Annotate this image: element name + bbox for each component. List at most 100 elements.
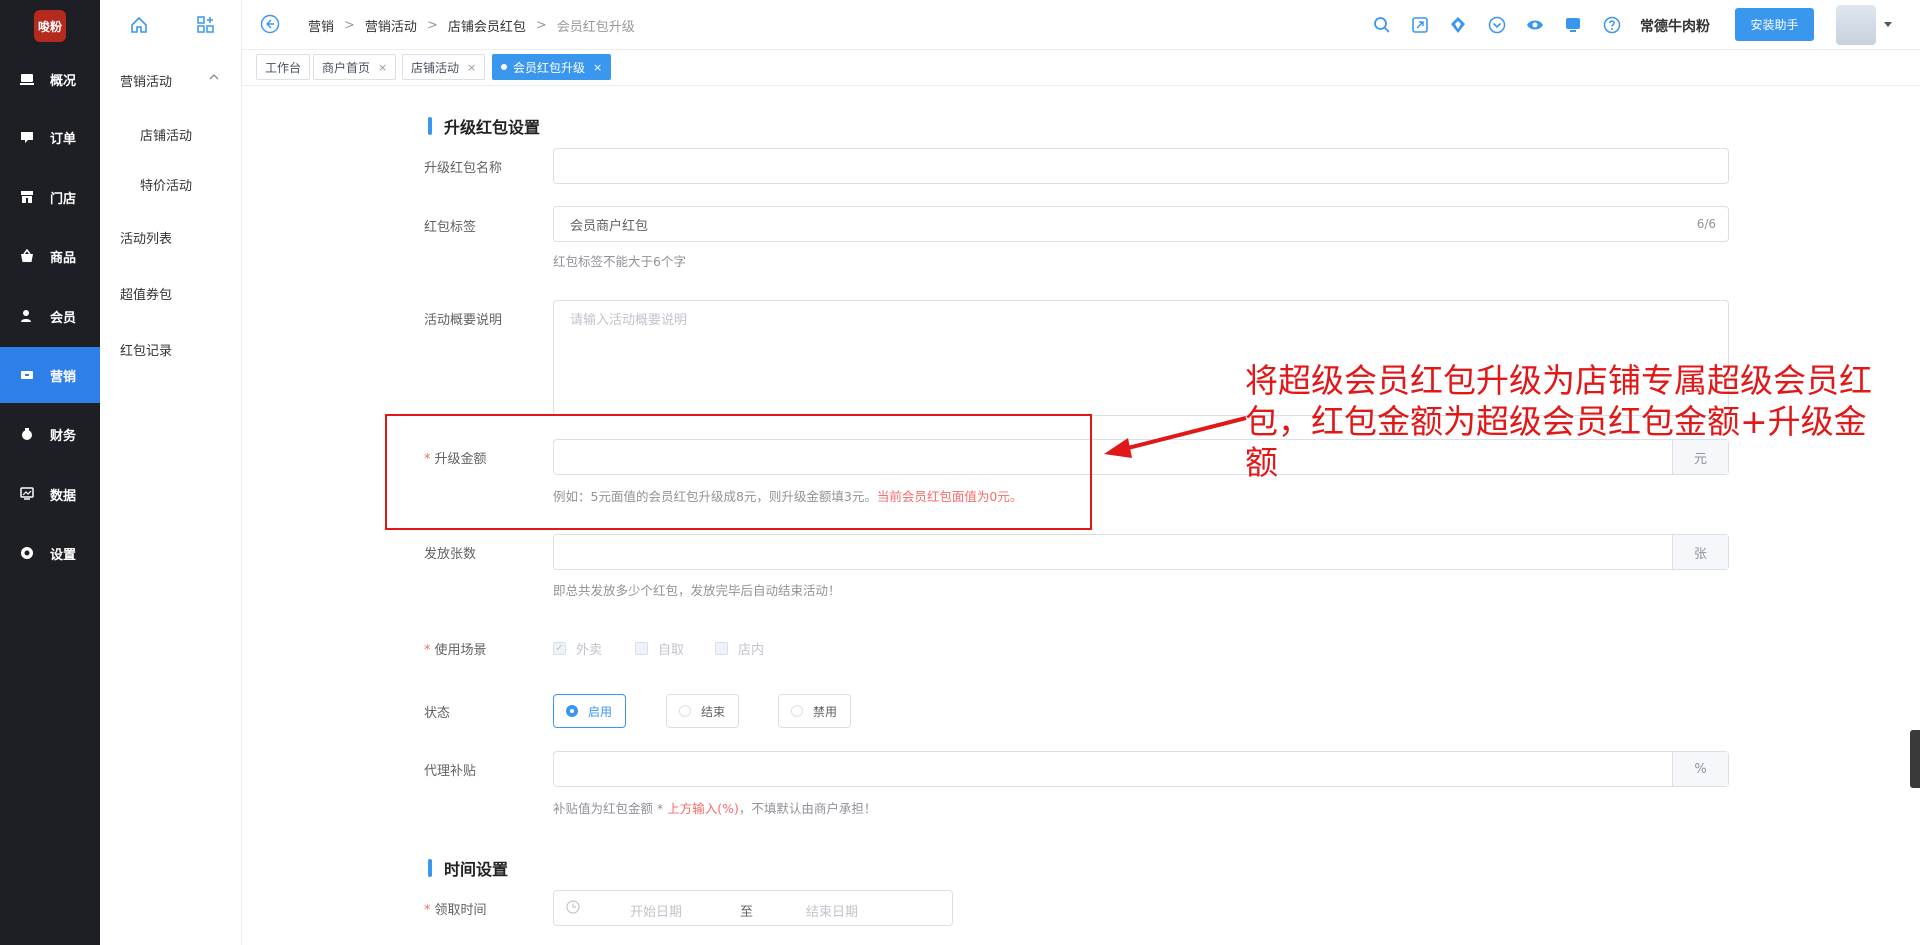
qty-hint: 即总共发放多少个红包，发放完毕后自动结束活动！	[553, 583, 841, 598]
nav-item-store[interactable]: 门店	[0, 169, 100, 225]
apps-icon[interactable]	[196, 15, 216, 39]
qty-label: 发放张数	[424, 547, 477, 562]
subnav-item-activity-list[interactable]: 活动列表	[120, 228, 172, 247]
order-icon	[20, 131, 34, 143]
help-icon[interactable]	[1602, 15, 1622, 35]
breadcrumb-current: 会员红包升级	[556, 20, 635, 35]
goods-icon	[20, 249, 34, 262]
scene-checkbox-delivery[interactable]: ✓ 外卖	[553, 639, 602, 658]
search-icon[interactable]	[1372, 15, 1392, 35]
close-icon[interactable]: ×	[593, 61, 602, 74]
tab-workbench[interactable]: 工作台	[256, 54, 311, 80]
chevron-up-icon[interactable]	[208, 71, 220, 86]
scene-label-text: 使用场景	[434, 643, 487, 658]
start-date-input[interactable]: 开始日期	[630, 901, 682, 920]
tab-label: 商户首页	[322, 60, 371, 75]
subnav-item-special-price[interactable]: 特价活动	[140, 175, 192, 194]
subnav-item-redpacket-record[interactable]: 红包记录	[120, 340, 172, 359]
marketing-icon	[20, 369, 34, 381]
status-radio-end[interactable]: 结束	[666, 694, 739, 728]
back-icon[interactable]	[260, 14, 280, 38]
fullscreen-icon[interactable]	[1410, 15, 1430, 35]
tab-member-redpacket-upgrade[interactable]: 会员红包升级 ×	[492, 54, 612, 80]
home-icon[interactable]	[129, 15, 149, 39]
qty-input[interactable]: 张	[553, 534, 1729, 570]
checkbox-label: 外卖	[576, 643, 603, 658]
breadcrumb-item[interactable]: 营销	[308, 16, 334, 35]
nav-item-marketing[interactable]: 营销	[0, 347, 100, 403]
subnav-group-marketing[interactable]: 营销活动	[120, 71, 172, 90]
date-range-picker[interactable]: 开始日期 至 结束日期	[553, 890, 953, 926]
shop-name[interactable]: 常德牛肉粉	[1640, 16, 1710, 36]
nav-item-order[interactable]: 订单	[0, 109, 100, 165]
nav-label: 财务	[50, 428, 77, 444]
section-title-upgrade: 升级红包设置	[428, 114, 540, 138]
eye-icon[interactable]	[1525, 15, 1545, 35]
section-bar	[428, 859, 432, 877]
time-label: * 领取时间	[424, 903, 487, 918]
section-title-time: 时间设置	[428, 856, 508, 880]
scene-label: * 使用场景	[424, 643, 487, 658]
section-bar	[428, 117, 432, 135]
member-icon	[20, 310, 34, 322]
subsidy-hint-b: ，不填默认由商户承担！	[738, 801, 877, 816]
range-separator: 至	[740, 905, 754, 920]
nav-label: 门店	[50, 191, 77, 207]
checkmark-icon: ✓	[553, 642, 566, 655]
end-date-input[interactable]: 结束日期	[806, 901, 858, 920]
data-icon	[20, 487, 34, 500]
subsidy-input[interactable]: %	[553, 751, 1729, 787]
subsidy-suffix: %	[1672, 752, 1728, 786]
tab-store-activity[interactable]: 店铺活动 ×	[402, 54, 486, 80]
checkbox-box	[635, 642, 648, 655]
nav-item-member[interactable]: 会员	[0, 288, 100, 344]
nav-item-finance[interactable]: 财务	[0, 406, 100, 462]
finance-icon	[20, 428, 34, 440]
annotation-text: 将超级会员红包升级为店铺专属超级会员红包，红包金额为超级会员红包金额+升级金额	[1245, 361, 1872, 482]
qty-suffix: 张	[1672, 535, 1728, 569]
app-logo[interactable]: 唆粉	[34, 10, 66, 42]
tag-input[interactable]: 会员商户红包 6/6	[553, 206, 1729, 242]
subnav-item-store-activity[interactable]: 店铺活动	[140, 125, 192, 144]
close-icon[interactable]: ×	[467, 61, 476, 74]
scene-checkbox-dinein[interactable]: 店内	[715, 639, 764, 658]
monitor-icon[interactable]	[1563, 15, 1583, 35]
subnav-group-label: 营销活动	[120, 75, 173, 90]
name-input[interactable]	[553, 148, 1729, 184]
scene-checkbox-pickup[interactable]: 自取	[635, 639, 684, 658]
tab-label: 会员红包升级	[513, 60, 586, 75]
nav-label: 订单	[50, 131, 77, 147]
radio-label: 禁用	[813, 704, 838, 719]
breadcrumb-item[interactable]: 店铺会员红包	[448, 16, 526, 35]
radio-circle	[679, 705, 691, 717]
overview-icon	[20, 73, 34, 85]
radio-label: 启用	[588, 704, 613, 719]
annotation-highlight-box	[385, 414, 1092, 530]
tag-hint: 红包标签不能大于6个字	[553, 254, 686, 269]
nav-item-overview[interactable]: 概况	[0, 51, 100, 107]
chevron-down-circle-icon[interactable]	[1487, 15, 1507, 35]
status-radio-enable[interactable]: 启用	[553, 694, 626, 728]
tag-label: 红包标签	[424, 220, 477, 235]
nav-label: 数据	[50, 488, 77, 504]
radio-circle	[791, 705, 803, 717]
nav-item-data[interactable]: 数据	[0, 466, 100, 522]
checkbox-label: 店内	[738, 643, 765, 658]
tab-merchant-home[interactable]: 商户首页 ×	[313, 54, 397, 80]
close-icon[interactable]: ×	[378, 61, 387, 74]
breadcrumb: 营销 > 营销活动 > 店铺会员红包 > 会员红包升级	[308, 16, 635, 35]
caret-down-icon[interactable]	[1884, 22, 1892, 27]
install-helper-button[interactable]: 安装助手	[1735, 8, 1814, 41]
floating-side-widget[interactable]	[1910, 730, 1920, 788]
status-radio-disable[interactable]: 禁用	[778, 694, 851, 728]
subnav-item-coupon-pack[interactable]: 超值券包	[120, 284, 172, 303]
avatar[interactable]	[1836, 5, 1876, 45]
section-title-text: 时间设置	[444, 860, 509, 879]
annotation-arrow	[1104, 416, 1247, 458]
nav-item-goods[interactable]: 商品	[0, 228, 100, 284]
settings-icon	[20, 547, 34, 559]
breadcrumb-item[interactable]: 营销活动	[365, 16, 417, 35]
main-sidebar: 唆粉 概况 订单 门店 商品 会员 营销 财务 数据 设置	[0, 0, 100, 945]
nav-item-settings[interactable]: 设置	[0, 525, 100, 581]
theme-icon[interactable]	[1448, 15, 1468, 35]
